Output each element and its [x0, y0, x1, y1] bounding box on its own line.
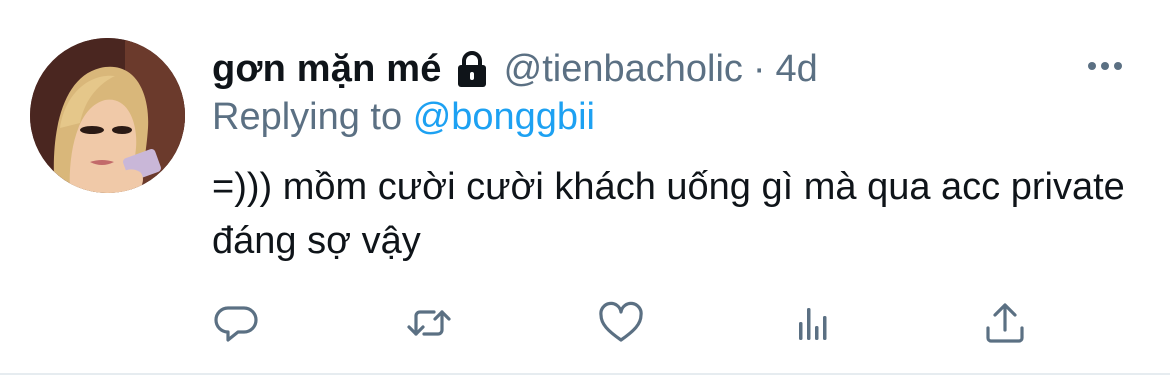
analytics-button[interactable]: [788, 298, 838, 348]
reply-button[interactable]: [212, 298, 262, 348]
analytics-icon: [799, 308, 827, 340]
lock-icon: [454, 49, 490, 89]
replying-to-line: Replying to @bonggbii: [212, 92, 595, 142]
user-handle[interactable]: @tienbacholic: [504, 44, 743, 94]
timestamp[interactable]: 4d: [776, 44, 818, 94]
display-name[interactable]: gơn mặn mé: [212, 44, 442, 94]
share-icon: [986, 303, 1024, 343]
share-button[interactable]: [980, 298, 1030, 348]
reply-icon: [214, 306, 258, 342]
avatar-image: [30, 38, 185, 193]
like-icon: [599, 301, 643, 342]
retweet-icon: [407, 310, 451, 336]
tweet-header: gơn mặn mé @tienbacholic · 4d: [212, 44, 818, 94]
like-button[interactable]: [596, 298, 646, 348]
action-bar: [212, 298, 1042, 348]
replying-to-label: Replying to: [212, 96, 403, 138]
tweet-text: =))) mồm cười cười khách uống gì mà qua …: [212, 166, 1125, 262]
more-horizontal-icon: [1088, 62, 1122, 70]
retweet-button[interactable]: [404, 298, 454, 348]
separator-dot: ·: [752, 48, 766, 90]
divider: [0, 373, 1170, 375]
replying-to-mention[interactable]: @bonggbii: [413, 96, 595, 138]
avatar[interactable]: [30, 38, 185, 193]
tweet[interactable]: gơn mặn mé @tienbacholic · 4d Replying t…: [0, 0, 1170, 383]
more-options-button[interactable]: [1080, 54, 1130, 78]
